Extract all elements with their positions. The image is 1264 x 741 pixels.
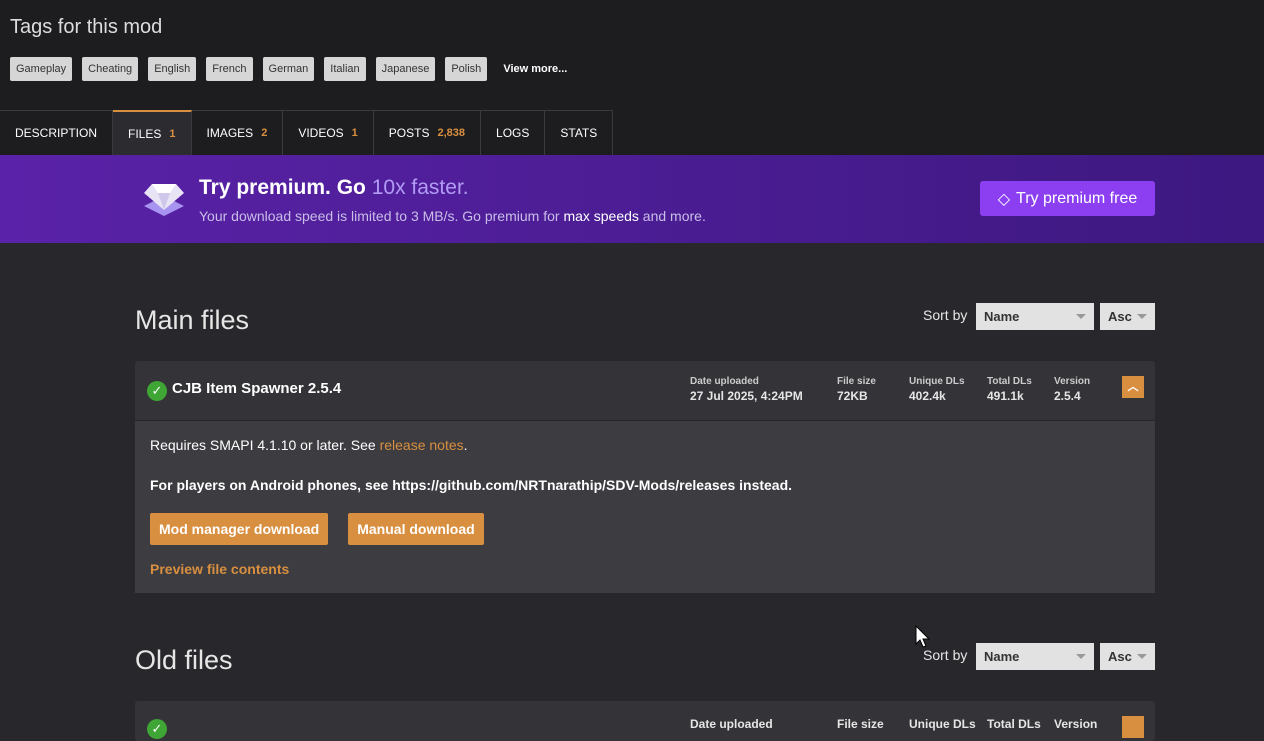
tag[interactable]: English [148, 57, 197, 81]
main-files-heading: Main files [135, 305, 250, 335]
unique-dls: Unique DLs [909, 717, 976, 731]
tab-description[interactable]: DESCRIPTION [0, 110, 114, 155]
version: Version [1054, 717, 1098, 731]
view-more-link[interactable]: View more... [503, 63, 567, 75]
chevron-down-icon [1137, 654, 1147, 659]
premium-subtitle: Your download speed is limited to 3 MB/s… [199, 208, 706, 224]
sort-field-select[interactable]: Name [976, 303, 1094, 330]
tab-count: 1 [169, 127, 176, 140]
tab-images[interactable]: IMAGES 2 [191, 110, 284, 155]
release-notes-link[interactable]: release notes [380, 437, 464, 453]
mod-manager-download-button[interactable]: Mod manager download [150, 513, 329, 545]
try-premium-button[interactable]: ◇ Try premium free [980, 181, 1155, 216]
tag-list: Gameplay Cheating English French German … [10, 57, 567, 81]
unique-dls: Unique DLs 402.4k [909, 376, 965, 403]
chevron-down-icon [1076, 654, 1086, 659]
button-label: Try premium free [1016, 189, 1138, 207]
tab-files[interactable]: FILES 1 [113, 110, 192, 155]
tab-logs[interactable]: LOGS [481, 110, 546, 155]
date-uploaded: Date uploaded [690, 717, 773, 731]
tag[interactable]: German [262, 57, 315, 81]
old-files-heading: Old files [135, 645, 233, 675]
collapse-button[interactable]: ︿ [1122, 376, 1144, 398]
check-icon: ✓ [147, 381, 167, 401]
tab-count: 1 [351, 127, 358, 139]
preview-file-contents-link[interactable]: Preview file contents [150, 561, 1140, 577]
tab-label: FILES [128, 126, 162, 141]
sort-order-select[interactable]: Asc [1100, 643, 1155, 670]
tab-count: 2 [261, 127, 268, 139]
date-uploaded: Date uploaded 27 Jul 2025, 4:24PM [690, 376, 803, 403]
tab-bar: DESCRIPTION FILES 1 IMAGES 2 VIDEOS 1 POSTS… [0, 110, 614, 155]
manual-download-button[interactable]: Manual download [348, 513, 484, 545]
tag[interactable]: Gameplay [10, 57, 73, 81]
diamond-icon: ◇ [997, 190, 1011, 208]
tag[interactable]: Japanese [375, 57, 436, 81]
tag[interactable]: Polish [445, 57, 488, 81]
sort-order-select[interactable]: Asc [1100, 303, 1155, 330]
file-card: ✓ CJB Item Spawner 2.5.4 Date uploaded 27… [135, 361, 1155, 593]
tab-posts[interactable]: POSTS 2,838 [373, 110, 482, 155]
chevron-down-icon [1137, 314, 1147, 319]
tab-label: LOGS [496, 126, 530, 140]
file-card-body: Requires SMAPI 4.1.10 or later. See rele… [135, 421, 1155, 593]
tab-stats[interactable]: STATS [545, 110, 614, 155]
chevron-down-icon [1076, 314, 1086, 319]
expand-button[interactable] [1122, 716, 1144, 738]
tag[interactable]: Italian [324, 57, 366, 81]
sort-field-select[interactable]: Name [976, 643, 1094, 670]
total-dls: Total DLs 491.1k [987, 376, 1032, 403]
requirements-text: Requires SMAPI 4.1.10 or later. See rele… [150, 437, 468, 453]
diamond-icon [144, 184, 184, 216]
file-size: File size 72KB [837, 376, 876, 403]
android-note: For players on Android phones, see https… [150, 477, 793, 493]
version: Version 2.5.4 [1054, 376, 1091, 403]
check-icon: ✓ [147, 719, 167, 739]
old-file-card[interactable]: ✓ Date uploaded File size Unique DLs Tot… [135, 701, 1155, 741]
tags-title: Tags for this mod [10, 16, 163, 38]
file-size: File size [837, 717, 884, 731]
tab-label: DESCRIPTION [15, 126, 98, 140]
tab-label: IMAGES [206, 126, 254, 140]
file-title: CJB Item Spawner 2.5.4 [172, 380, 342, 397]
tag[interactable]: French [206, 57, 253, 81]
tag[interactable]: Cheating [82, 57, 139, 81]
file-card-header[interactable]: ✓ CJB Item Spawner 2.5.4 Date uploaded 27… [135, 361, 1155, 421]
sort-label: Sort by [923, 307, 968, 323]
total-dls: Total DLs [987, 717, 1041, 731]
sort-label: Sort by [923, 647, 968, 663]
premium-title: Try premium. Go 10x faster. [199, 176, 469, 199]
tab-label: STATS [560, 126, 598, 140]
tab-label: POSTS [388, 126, 430, 140]
tab-count: 2,838 [437, 127, 466, 139]
header-area: Tags for this mod Gameplay Cheating Engl… [0, 0, 1264, 155]
tab-videos[interactable]: VIDEOS 1 [283, 110, 374, 155]
tab-label: VIDEOS [298, 126, 344, 140]
mouse-cursor-icon [915, 625, 931, 648]
